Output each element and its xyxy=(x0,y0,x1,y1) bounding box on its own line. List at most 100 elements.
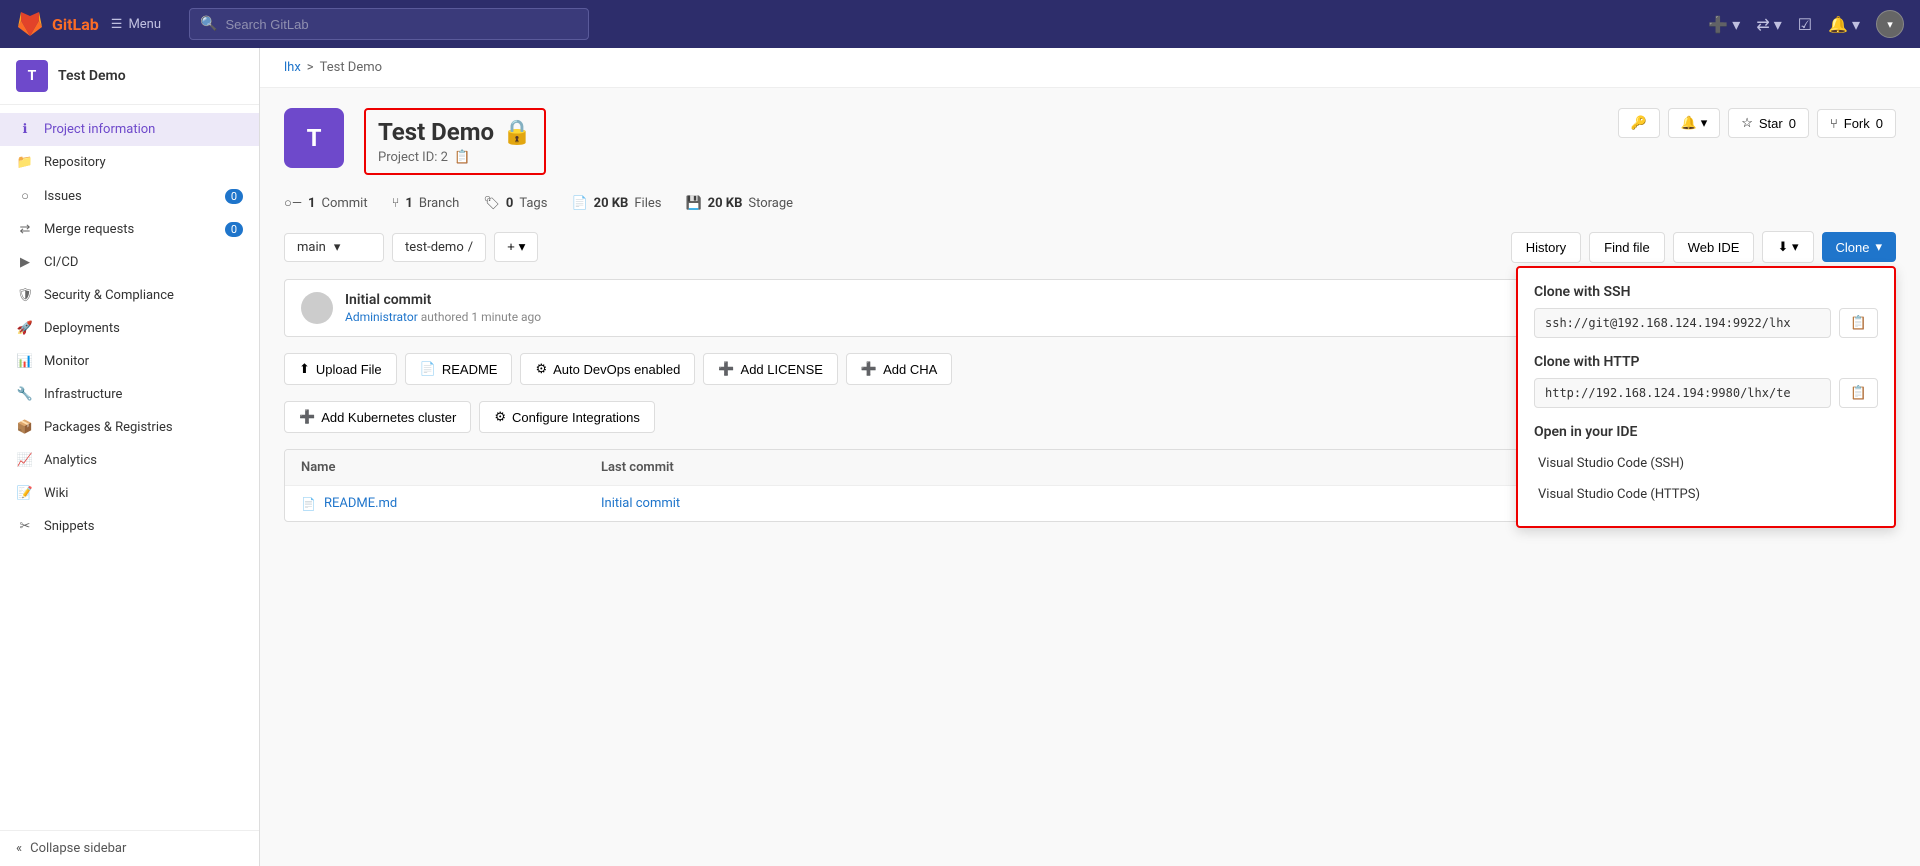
files-stat: 📄 20 KB Files xyxy=(571,196,661,211)
sidebar-item-analytics[interactable]: 📈 Analytics xyxy=(0,444,259,477)
project-id: Project ID: 2 📋 xyxy=(378,150,532,165)
sidebar-item-label: Project information xyxy=(44,122,155,137)
issues-icon[interactable]: ☑ xyxy=(1798,15,1812,34)
sidebar-item-label: Deployments xyxy=(44,321,120,336)
sidebar-nav: ℹ Project information 📁 Repository ○ Iss… xyxy=(0,105,259,551)
chevron-left-icon: « xyxy=(16,841,22,856)
copy-id-icon[interactable]: 📋 xyxy=(454,150,470,165)
sidebar-item-cicd[interactable]: ▶ CI/CD xyxy=(0,246,259,279)
user-avatar[interactable]: ▾ xyxy=(1876,10,1904,38)
menu-button[interactable]: ☰ Menu xyxy=(111,17,161,32)
commit-author-avatar xyxy=(301,292,333,324)
clone-ssh-title: Clone with SSH xyxy=(1534,284,1878,300)
sidebar-item-infrastructure[interactable]: 🔧 Infrastructure xyxy=(0,378,259,411)
notifications-button[interactable]: 🔔 ▾ xyxy=(1668,108,1720,138)
sidebar-item-label: Wiki xyxy=(44,486,68,501)
sidebar-item-issues[interactable]: ○ Issues 0 xyxy=(0,179,259,213)
readme-button[interactable]: 📄 README xyxy=(405,353,513,385)
fork-count: 0 xyxy=(1876,116,1883,131)
star-button[interactable]: ☆ Star 0 xyxy=(1728,108,1809,138)
add-k8s-button[interactable]: ➕ Add Kubernetes cluster xyxy=(284,401,471,433)
clone-dropdown-wrapper: Clone ▾ Clone with SSH ssh://git@192.168… xyxy=(1822,232,1897,262)
sidebar-item-merge-requests[interactable]: ⇄ Merge requests 0 xyxy=(0,213,259,246)
clone-label: Clone xyxy=(1836,240,1870,255)
sidebar-item-label: Issues xyxy=(44,189,82,204)
file-type-icon: 📄 xyxy=(301,497,316,511)
sidebar-item-label: Repository xyxy=(44,155,106,170)
path-breadcrumb: test-demo / xyxy=(392,233,486,262)
sidebar-item-snippets[interactable]: ✂ Snippets xyxy=(0,510,259,543)
breadcrumb: lhx > Test Demo xyxy=(260,48,1920,88)
toolbar-right: History Find file Web IDE ⬇ ▾ Clone ▾ Cl… xyxy=(1511,231,1896,263)
find-file-button[interactable]: Find file xyxy=(1589,232,1665,263)
commit-author-link[interactable]: Administrator xyxy=(345,310,418,324)
commit-authored-label: authored xyxy=(421,310,469,324)
sidebar-item-label: Merge requests xyxy=(44,222,134,237)
sidebar-item-project-information[interactable]: ℹ Project information xyxy=(0,113,259,146)
readme-icon: 📄 xyxy=(420,361,436,377)
configure-integrations-button[interactable]: ⚙ Configure Integrations xyxy=(479,401,655,433)
create-icon[interactable]: ➕ ▾ xyxy=(1708,15,1740,34)
history-button[interactable]: History xyxy=(1511,232,1581,263)
sidebar-item-label: CI/CD xyxy=(44,255,78,270)
search-bar[interactable]: 🔍 xyxy=(189,8,589,40)
search-input[interactable] xyxy=(225,17,578,32)
copy-ssh-url-button[interactable]: 📋 xyxy=(1839,308,1878,338)
chevron-down-icon: ▾ xyxy=(334,240,341,255)
upload-file-button[interactable]: ⬆ Upload File xyxy=(284,353,397,385)
star-count: 0 xyxy=(1789,116,1796,131)
sidebar-item-monitor[interactable]: 📊 Monitor xyxy=(0,345,259,378)
branch-selector[interactable]: main ▾ xyxy=(284,233,384,262)
tags-count: 0 xyxy=(506,196,513,211)
add-file-button[interactable]: + ▾ xyxy=(494,232,538,262)
auto-devops-button[interactable]: ⚙ Auto DevOps enabled xyxy=(520,353,695,385)
ide-option-vscode-ssh[interactable]: Visual Studio Code (SSH) xyxy=(1534,448,1878,479)
project-avatar: T xyxy=(284,108,344,168)
file-commit-link[interactable]: Initial commit xyxy=(601,496,680,511)
project-title-section: Test Demo 🔒 Project ID: 2 📋 xyxy=(364,108,546,175)
notifications-icon[interactable]: 🔔 ▾ xyxy=(1828,15,1860,34)
sidebar-project-avatar: T xyxy=(16,60,48,92)
breadcrumb-parent[interactable]: lhx xyxy=(284,60,301,75)
commits-stat[interactable]: ○— 1 Commit xyxy=(284,195,368,211)
breadcrumb-current: Test Demo xyxy=(320,60,382,75)
gitlab-logo[interactable]: GitLab xyxy=(16,10,99,38)
add-cha-button[interactable]: ➕ Add CHA xyxy=(846,353,952,385)
project-id-text: Project ID: 2 xyxy=(378,150,448,165)
sidebar-item-packages-registries[interactable]: 📦 Packages & Registries xyxy=(0,411,259,444)
merge-requests-icon[interactable]: ⇄ ▾ xyxy=(1756,15,1781,34)
web-ide-button[interactable]: Web IDE xyxy=(1673,232,1755,263)
sidebar-item-repository[interactable]: 📁 Repository xyxy=(0,146,259,179)
branches-stat[interactable]: ⑂ 1 Branch xyxy=(392,196,460,211)
clone-button[interactable]: Clone ▾ xyxy=(1822,232,1897,262)
ide-option-vscode-https[interactable]: Visual Studio Code (HTTPS) xyxy=(1534,479,1878,510)
download-button[interactable]: ⬇ ▾ xyxy=(1762,231,1813,263)
storage-size: 20 KB xyxy=(708,196,743,211)
sidebar-item-label: Monitor xyxy=(44,354,89,369)
collapse-sidebar-button[interactable]: « Collapse sidebar xyxy=(0,830,259,866)
stats-row: ○— 1 Commit ⑂ 1 Branch 🏷 0 Tags 📄 20 KB xyxy=(284,195,1896,211)
sidebar-item-label: Snippets xyxy=(44,519,95,534)
sidebar-item-deployments[interactable]: 🚀 Deployments xyxy=(0,312,259,345)
tags-label: Tags xyxy=(519,196,547,211)
fork-icon: ⑂ xyxy=(1830,116,1838,131)
infrastructure-icon: 🔧 xyxy=(16,387,34,402)
clone-http-url: http://192.168.124.194:9980/lhx/te xyxy=(1534,378,1831,408)
sidebar-item-security-compliance[interactable]: 🛡 Security & Compliance xyxy=(0,279,259,312)
analytics-icon: 📈 xyxy=(16,453,34,468)
storage-icon: 💾 xyxy=(685,196,701,211)
license-icon: ➕ xyxy=(718,361,734,377)
folder-icon: 📁 xyxy=(16,155,34,170)
integrations-icon: ⚙ xyxy=(494,409,506,425)
file-link[interactable]: README.md xyxy=(324,496,397,511)
key-button[interactable]: 🔑 xyxy=(1618,108,1660,138)
sidebar-item-wiki[interactable]: 📝 Wiki xyxy=(0,477,259,510)
commit-icon: ○— xyxy=(284,195,302,211)
fork-button[interactable]: ⑂ Fork 0 xyxy=(1817,109,1896,138)
toolbar-row: main ▾ test-demo / + ▾ History Find file… xyxy=(284,231,1896,263)
tags-stat[interactable]: 🏷 0 Tags xyxy=(483,196,547,211)
copy-http-url-button[interactable]: 📋 xyxy=(1839,378,1878,408)
add-license-button[interactable]: ➕ Add LICENSE xyxy=(703,353,838,385)
menu-label: Menu xyxy=(128,17,161,32)
upload-icon: ⬆ xyxy=(299,361,310,377)
